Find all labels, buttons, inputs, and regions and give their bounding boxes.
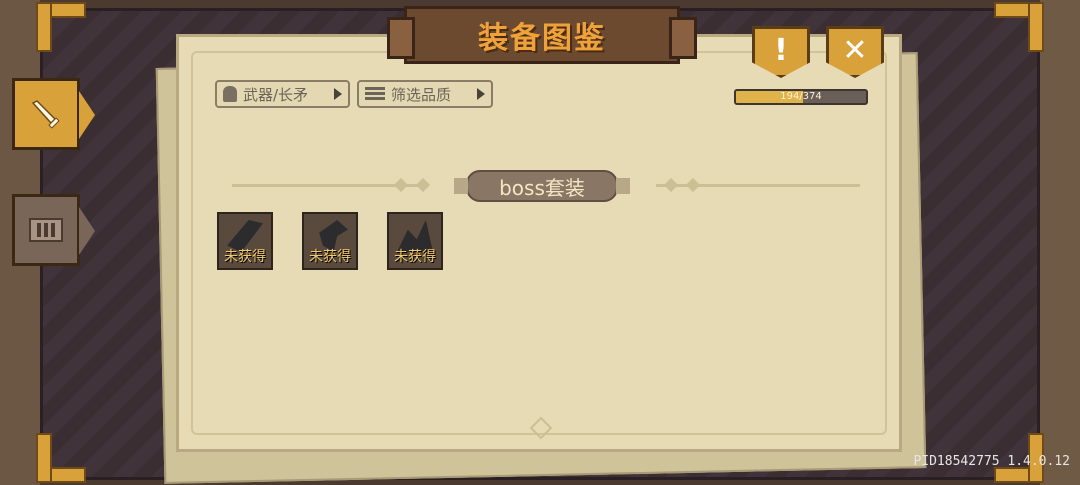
item-status: 未获得 — [309, 249, 351, 265]
build-version-text: PID18542775 1.4.0.12 — [913, 454, 1070, 469]
item-status: 未获得 — [224, 249, 266, 265]
weapon-filter-button[interactable]: 武器/长矛 — [215, 80, 350, 108]
list-icon — [365, 87, 385, 101]
tab-weapons[interactable] — [12, 78, 95, 150]
quality-filter-label: 筛选品质 — [391, 85, 452, 104]
tab-armor[interactable] — [12, 194, 95, 266]
map-background-right — [1040, 0, 1080, 485]
item-slot[interactable]: 未获得 — [217, 212, 273, 270]
page-title: 装备图鉴 — [478, 21, 606, 56]
item-status: 未获得 — [394, 249, 436, 265]
armor-icon — [29, 218, 63, 242]
item-slot[interactable]: 未获得 — [387, 212, 443, 270]
tab-weapons-tip — [79, 91, 95, 139]
collection-progress-bar: 194/374 — [734, 89, 868, 105]
arrow-right-icon — [477, 88, 485, 100]
corner-ornament-top-right — [994, 2, 1044, 52]
section-title: boss套装 — [499, 175, 585, 200]
section-header: boss套装 — [454, 170, 630, 202]
item-slot[interactable]: 未获得 — [302, 212, 358, 270]
tab-armor-tip — [79, 207, 95, 255]
corner-ornament-bottom-left — [36, 433, 86, 483]
panel-inner-border — [191, 51, 887, 435]
corner-ornament-top-left — [36, 2, 86, 52]
arrow-right-icon — [334, 88, 342, 100]
title-plate: 装备图鉴 — [387, 6, 697, 64]
sword-icon — [31, 100, 60, 129]
quality-filter-button[interactable]: 筛选品质 — [357, 80, 493, 108]
helmet-icon — [223, 86, 237, 102]
weapon-filter-label: 武器/长矛 — [243, 85, 309, 104]
progress-text: 194/374 — [780, 91, 822, 102]
close-icon: ✕ — [842, 33, 868, 68]
exclamation-icon: ! — [774, 33, 788, 68]
